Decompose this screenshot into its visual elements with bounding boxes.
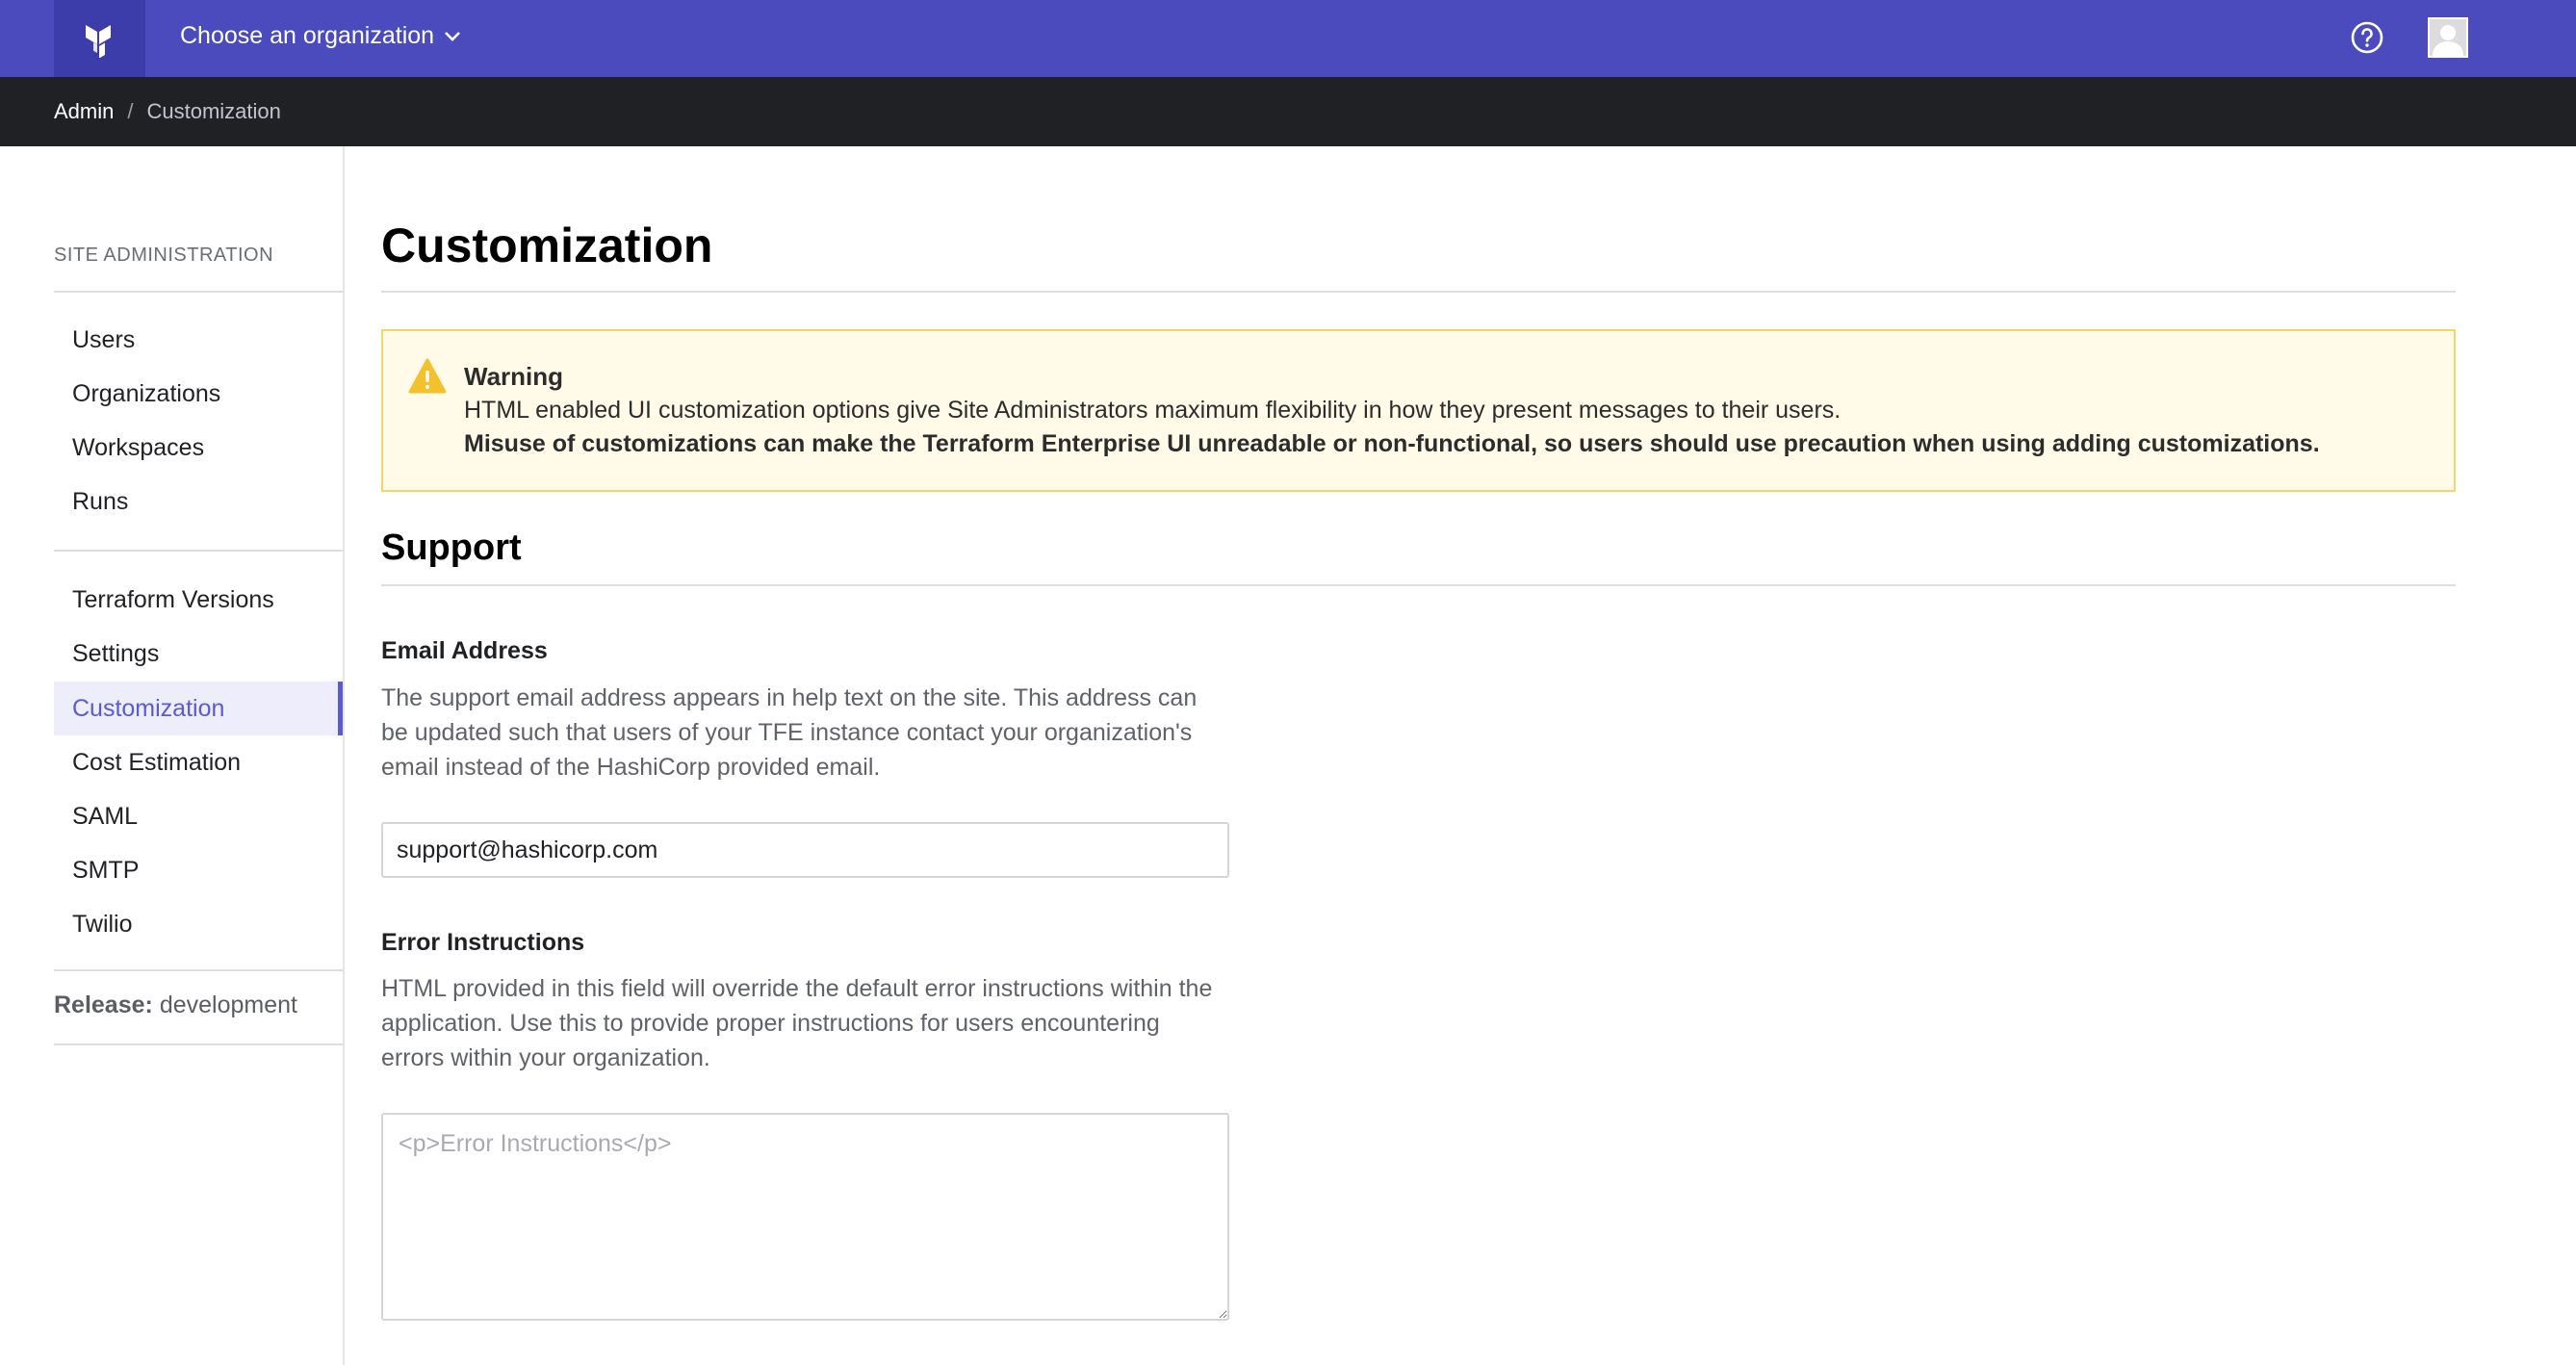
chevron-down-icon: [445, 31, 460, 41]
sidebar-divider-middle: [54, 550, 343, 552]
breadcrumb-separator: /: [127, 99, 134, 123]
email-address-help: The support email address appears in hel…: [381, 684, 1198, 781]
warning-triangle-icon: [408, 358, 447, 394]
error-instructions-textarea[interactable]: [381, 1113, 1229, 1321]
support-divider: [381, 584, 2456, 586]
sidebar-heading: SITE ADMINISTRATION: [54, 245, 274, 266]
sidebar-divider-release: [54, 1043, 343, 1045]
breadcrumb-admin-link[interactable]: Admin: [54, 99, 114, 124]
sidebar-item-terraform-versions[interactable]: Terraform Versions: [54, 573, 343, 627]
release-info: Release: development: [54, 992, 297, 1019]
organization-chooser-label: Choose an organization: [180, 22, 435, 49]
page-title: Customization: [381, 219, 713, 272]
error-instructions-label: Error Instructions: [381, 929, 585, 956]
top-navigation-bar: Choose an organization: [0, 0, 2576, 77]
warning-message: HTML enabled UI customization options gi…: [464, 397, 1842, 424]
sidebar-item-cost-estimation[interactable]: Cost Estimation: [54, 735, 343, 789]
support-section-title: Support: [381, 528, 522, 568]
error-instructions-help: HTML provided in this field will overrid…: [381, 975, 1213, 1071]
warning-emphasis: Misuse of customizations can make the Te…: [464, 430, 2320, 457]
help-circle-icon[interactable]: [2350, 20, 2384, 55]
sidebar-item-runs[interactable]: Runs: [54, 475, 343, 528]
sidebar-item-settings[interactable]: Settings: [54, 627, 343, 681]
title-divider: [381, 291, 2456, 293]
breadcrumb: Admin / Customization: [0, 77, 2576, 146]
release-label: Release:: [54, 992, 153, 1018]
warning-banner: Warning HTML enabled UI customization op…: [381, 329, 2456, 492]
user-avatar-icon[interactable]: [2428, 17, 2468, 58]
organization-chooser[interactable]: Choose an organization: [180, 0, 461, 72]
sidebar-item-saml[interactable]: SAML: [54, 789, 343, 843]
sidebar-item-customization[interactable]: Customization: [54, 682, 343, 735]
sidebar-item-workspaces[interactable]: Workspaces: [54, 421, 343, 475]
home-logo-link[interactable]: [54, 0, 145, 77]
email-address-input[interactable]: [381, 822, 1229, 878]
sidebar-item-users[interactable]: Users: [54, 313, 343, 367]
release-value: development: [159, 992, 297, 1018]
sidebar-divider: [343, 146, 345, 1365]
sidebar-item-smtp[interactable]: SMTP: [54, 843, 343, 897]
terraform-logo-icon: [85, 25, 111, 58]
sidebar-item-organizations[interactable]: Organizations: [54, 367, 343, 421]
breadcrumb-current: Customization: [146, 99, 281, 123]
sidebar-divider-top: [54, 291, 343, 293]
email-address-label: Email Address: [381, 637, 548, 664]
sidebar-divider-bottom: [54, 969, 343, 971]
warning-title: Warning: [464, 362, 564, 391]
sidebar-item-twilio[interactable]: Twilio: [54, 897, 343, 951]
